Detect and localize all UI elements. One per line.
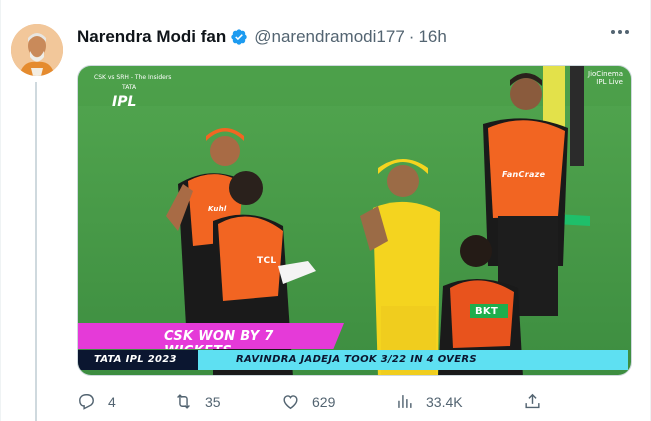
reply-button[interactable]: 4 bbox=[77, 392, 116, 411]
verified-badge-icon bbox=[231, 29, 247, 45]
views-button[interactable]: 33.4K bbox=[395, 392, 463, 411]
reply-count: 4 bbox=[108, 393, 116, 410]
jersey-sponsor-right: FanCraze bbox=[502, 170, 546, 179]
jersey-sponsor-left: Kuhl bbox=[208, 205, 227, 213]
retweet-count: 35 bbox=[205, 393, 221, 410]
broadcaster-name: JioCinema bbox=[588, 70, 623, 78]
broadcaster-watermark: JioCinema IPL Live bbox=[588, 70, 623, 86]
separator-dot: · bbox=[408, 27, 415, 46]
jersey-sponsor-back: BKT bbox=[475, 306, 499, 317]
retweet-icon bbox=[177, 394, 190, 409]
share-button[interactable] bbox=[523, 392, 542, 411]
thread-line bbox=[35, 82, 37, 421]
like-count: 629 bbox=[312, 393, 336, 410]
reply-icon bbox=[79, 394, 94, 410]
media-top-caption: CSK vs SRH - The Insiders bbox=[94, 74, 172, 81]
like-icon bbox=[283, 395, 298, 410]
tournament-label: TATA IPL 2023 bbox=[94, 354, 177, 365]
ipl-logo-tata: TATA bbox=[122, 84, 137, 91]
stat-ticker-text: RAVINDRA JADEJA TOOK 3/22 IN 4 OVERS bbox=[236, 354, 477, 365]
result-banner: CSK WON BY 7 WICKETS bbox=[78, 323, 344, 349]
retweet-button[interactable]: 35 bbox=[174, 392, 221, 411]
user-handle[interactable]: @narendramodi177 bbox=[254, 27, 405, 47]
avatar-figure-icon bbox=[11, 24, 63, 76]
tweet-header: Narendra Modi fan @narendramodi177 · 16h bbox=[77, 26, 447, 48]
share-icon bbox=[525, 393, 540, 409]
tweet-timestamp[interactable]: 16h bbox=[418, 27, 446, 47]
more-icon[interactable] bbox=[611, 30, 629, 36]
avatar[interactable] bbox=[11, 24, 63, 76]
jersey-brand-back: TCL bbox=[257, 256, 277, 266]
tweet-media-image[interactable]: CSK vs SRH - The Insiders TATA IPL JioCi… bbox=[77, 65, 632, 376]
views-count: 33.4K bbox=[426, 393, 463, 410]
ipl-logo-text: IPL bbox=[112, 94, 137, 110]
broadcaster-sub: IPL Live bbox=[596, 78, 623, 86]
display-name[interactable]: Narendra Modi fan bbox=[77, 27, 226, 47]
views-icon bbox=[398, 395, 412, 408]
like-button[interactable]: 629 bbox=[281, 392, 335, 411]
stat-ticker: RAVINDRA JADEJA TOOK 3/22 IN 4 OVERS bbox=[198, 350, 628, 370]
timeline-left-border bbox=[0, 0, 1, 421]
tournament-label-box: TATA IPL 2023 bbox=[78, 350, 198, 370]
ipl-logo: TATA IPL bbox=[112, 84, 136, 110]
